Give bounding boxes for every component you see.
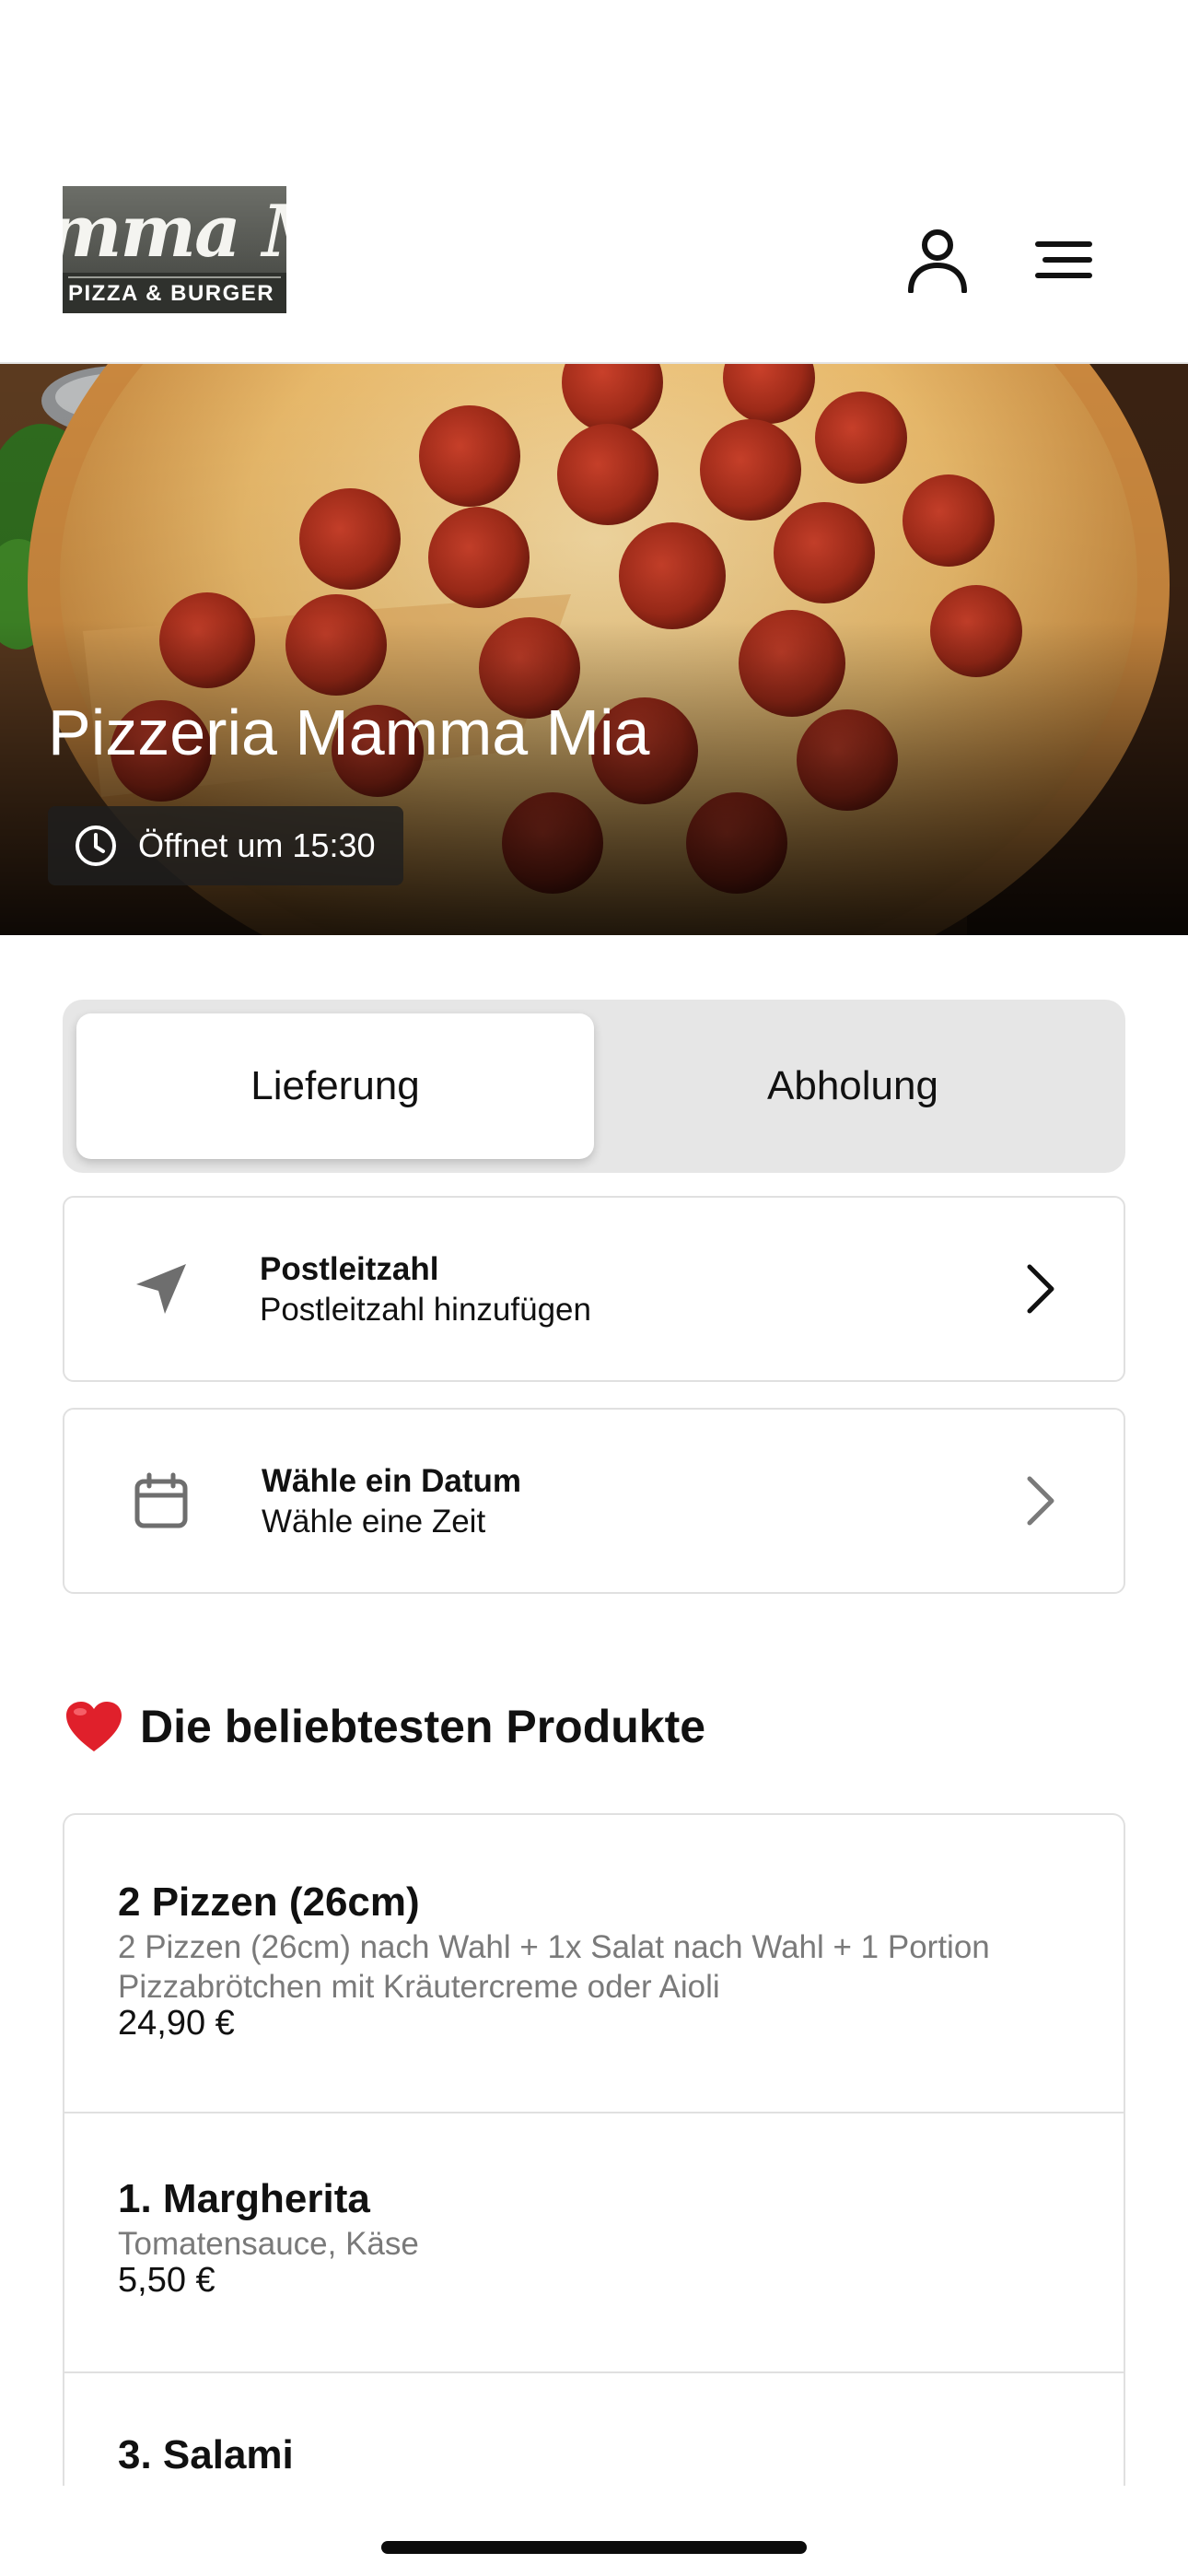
account-button[interactable] — [899, 221, 976, 299]
opening-hours-badge: Öffnet um 15:30 — [48, 806, 403, 885]
pickup-tab[interactable]: Abholung — [594, 1013, 1112, 1159]
product-list: 2 Pizzen (26cm) 2 Pizzen (26cm) nach Wah… — [63, 1813, 1125, 2486]
restaurant-name: Pizzeria Mamma Mia — [48, 697, 650, 768]
chevron-right-icon — [1027, 1476, 1054, 1526]
product-price: 24,90 € — [118, 2004, 235, 2043]
app-header: mma Mi PIZZA & BURGER — [0, 0, 1188, 364]
hamburger-menu-icon — [1035, 241, 1092, 278]
product-name: 3. Salami — [118, 2432, 294, 2477]
date-subtitle: Wähle eine Zeit — [262, 1504, 486, 1540]
home-indicator[interactable] — [381, 2541, 807, 2554]
product-item[interactable]: 3. Salami — [64, 2373, 1124, 2486]
user-icon — [908, 229, 967, 293]
product-name: 1. Margherita — [118, 2176, 370, 2221]
popular-products-heading: Die beliebtesten Produkte — [64, 1700, 705, 1753]
delivery-tab[interactable]: Lieferung — [76, 1013, 594, 1159]
postcode-subtitle: Postleitzahl hinzufügen — [260, 1292, 591, 1328]
product-item[interactable]: 2 Pizzen (26cm) 2 Pizzen (26cm) nach Wah… — [64, 1815, 1124, 2113]
card-icon-wrap — [131, 1470, 192, 1531]
chevron-right-icon — [1027, 1264, 1054, 1314]
postcode-title: Postleitzahl — [260, 1251, 439, 1287]
menu-button[interactable] — [1025, 221, 1102, 299]
order-mode-toggle: Lieferung Abholung — [63, 1000, 1125, 1173]
calendar-icon — [134, 1472, 188, 1528]
section-title: Die beliebtesten Produkte — [140, 1701, 706, 1752]
product-name: 2 Pizzen (26cm) — [118, 1879, 420, 1925]
logo-script-text: mma Mi — [63, 190, 286, 273]
card-icon-wrap — [131, 1259, 192, 1319]
opening-hours-text: Öffnet um 15:30 — [138, 826, 376, 864]
heart-icon — [66, 1702, 122, 1751]
restaurant-logo[interactable]: mma Mi PIZZA & BURGER — [63, 186, 286, 313]
date-title: Wähle ein Datum — [262, 1463, 521, 1499]
clock-icon — [76, 825, 116, 866]
postcode-selector[interactable]: Postleitzahl Postleitzahl hinzufügen — [63, 1196, 1125, 1382]
product-description: Tomatensauce, Käse — [118, 2226, 419, 2262]
product-price: 5,50 € — [118, 2261, 215, 2300]
hero-banner: Pizzeria Mamma Mia Öffnet um 15:30 — [0, 364, 1188, 935]
product-description: 2 Pizzen (26cm) nach Wahl + 1x Salat nac… — [118, 1929, 990, 2005]
product-item[interactable]: 1. Margherita Tomatensauce, Käse 5,50 € — [64, 2113, 1124, 2373]
logo-subtitle: PIZZA & BURGER — [68, 276, 281, 308]
date-time-selector[interactable]: Wähle ein Datum Wähle eine Zeit — [63, 1408, 1125, 1594]
navigation-arrow-icon — [136, 1264, 186, 1314]
logo-banner: mma Mi — [63, 186, 286, 273]
